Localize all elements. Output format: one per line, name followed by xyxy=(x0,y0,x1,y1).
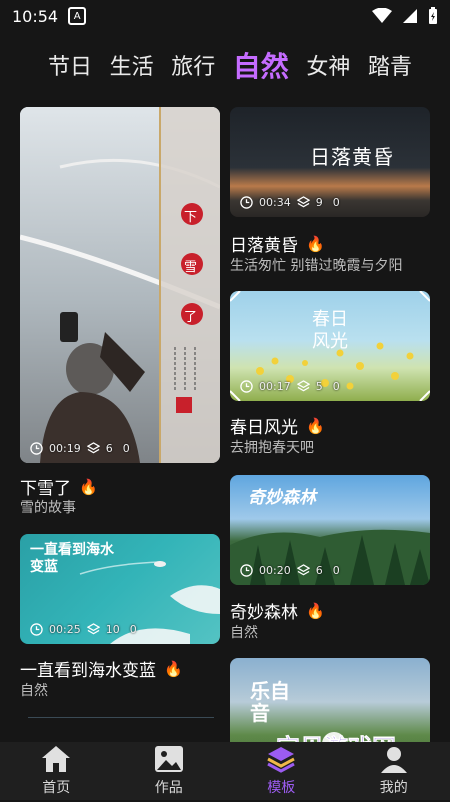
sea-overlay-text: 一直看到海水变蓝 xyxy=(30,542,114,576)
sunset-count: 0 xyxy=(333,196,340,209)
clock-icon xyxy=(240,564,253,577)
sunset-duration: 00:34 xyxy=(259,196,291,209)
thumbnail-sunset: 日落黄昏 00:34 9 0 xyxy=(230,107,430,217)
nav-label-works: 作品 xyxy=(155,777,183,797)
snow-meta: 00:19 6 0 xyxy=(30,442,130,455)
snow-title: 下雪了 xyxy=(20,474,71,499)
fire-icon: 🔥 xyxy=(306,235,325,253)
snow-layers: 6 xyxy=(106,442,113,455)
template-card-snow[interactable]: 下 雪 了 00:19 6 0 下雪了 🔥 雪的故事 xyxy=(20,107,220,517)
tab-life[interactable]: 生活 xyxy=(110,49,154,81)
sea-duration: 00:25 xyxy=(49,623,81,636)
snow-char-2: 雪 xyxy=(184,256,197,275)
clock-icon xyxy=(30,623,43,636)
wifi-icon xyxy=(372,8,392,24)
thumbnail-sea: 一直看到海水变蓝 00:25 10 0 xyxy=(20,534,220,644)
forest-meta: 00:20 6 0 xyxy=(240,564,340,577)
sea-subtitle: 自然 xyxy=(20,680,48,700)
sea-title-row: 一直看到海水变蓝 🔥 xyxy=(20,656,183,681)
sea-title: 一直看到海水变蓝 xyxy=(20,656,156,681)
forest-layers: 6 xyxy=(316,564,323,577)
forest-count: 0 xyxy=(333,564,340,577)
spring-subtitle: 去拥抱春天吧 xyxy=(230,437,314,457)
sunset-layers: 9 xyxy=(316,196,323,209)
status-bar: 10:54 A xyxy=(0,0,450,32)
forest-title-row: 奇妙森林 🔥 xyxy=(230,598,325,623)
tab-festival[interactable]: 节日 xyxy=(48,49,92,81)
snow-char-3: 了 xyxy=(184,306,197,325)
nav-home[interactable]: 首页 xyxy=(0,742,113,800)
layers-icon xyxy=(87,442,100,455)
spring-layers: 5 xyxy=(316,380,323,393)
thumbnail-snow: 下 雪 了 00:19 6 0 xyxy=(20,107,220,463)
status-time: 10:54 xyxy=(12,7,58,26)
a-notification-icon: A xyxy=(68,7,86,25)
sea-count: 0 xyxy=(130,623,137,636)
thumbnail-forest: 奇妙森林 00:20 6 0 xyxy=(230,475,430,585)
template-card-sunset[interactable]: 日落黄昏 00:34 9 0 日落黄昏 🔥 生活匆忙 别错过晚霞与夕阳 xyxy=(230,107,430,277)
snow-subtitle: 雪的故事 xyxy=(20,497,76,517)
snow-count: 0 xyxy=(123,442,130,455)
spring-title-row: 春日风光 🔥 xyxy=(230,413,325,438)
fire-icon: 🔥 xyxy=(79,478,98,496)
nav-mine[interactable]: 我的 xyxy=(338,742,450,800)
layers-icon xyxy=(266,745,296,773)
category-tabs: 节日 生活 旅行 自然 女神 踏青 xyxy=(0,40,450,90)
fire-icon: 🔥 xyxy=(306,417,325,435)
fire-icon: 🔥 xyxy=(164,660,183,678)
forest-duration: 00:20 xyxy=(259,564,291,577)
spring-duration: 00:17 xyxy=(259,380,291,393)
sunset-title-row: 日落黄昏 🔥 xyxy=(230,231,325,256)
user-icon xyxy=(379,745,409,773)
nav-label-home: 首页 xyxy=(42,777,70,797)
battery-icon xyxy=(428,7,438,25)
template-card-forest[interactable]: 奇妙森林 00:20 6 0 奇妙森林 🔥 自然 xyxy=(230,475,430,645)
bottom-nav: 首页 作品 模板 我的 xyxy=(0,742,450,800)
snow-char-1: 下 xyxy=(184,206,197,225)
forest-overlay-text: 奇妙森林 xyxy=(248,483,316,508)
nav-label-mine: 我的 xyxy=(380,777,408,797)
layers-icon xyxy=(297,196,310,209)
thumbnail-spring: 春日风光 00:17 5 0 xyxy=(230,291,430,401)
cellular-icon xyxy=(402,8,418,24)
sunset-overlay-text: 日落黄昏 xyxy=(310,141,394,170)
spring-overlay-text: 春日风光 xyxy=(312,309,352,353)
layers-icon xyxy=(297,564,310,577)
image-icon xyxy=(154,745,184,773)
nav-works[interactable]: 作品 xyxy=(113,742,226,800)
home-icon xyxy=(41,745,71,773)
layers-icon xyxy=(87,623,100,636)
tab-nature[interactable]: 自然 xyxy=(233,45,289,85)
spring-title: 春日风光 xyxy=(230,413,298,438)
tab-travel[interactable]: 旅行 xyxy=(171,49,215,81)
fire-icon: 🔥 xyxy=(306,602,325,620)
sea-layers: 10 xyxy=(106,623,120,636)
forest-subtitle: 自然 xyxy=(230,622,258,642)
nav-templates[interactable]: 模板 xyxy=(225,742,338,800)
tab-spring-outing[interactable]: 踏青 xyxy=(368,49,412,81)
spring-meta: 00:17 5 0 xyxy=(240,380,340,393)
sunset-title: 日落黄昏 xyxy=(230,231,298,256)
sunset-meta: 00:34 9 0 xyxy=(240,196,340,209)
nav-label-templates: 模板 xyxy=(267,777,295,797)
spring-count: 0 xyxy=(333,380,340,393)
layers-icon xyxy=(297,380,310,393)
tab-goddess[interactable]: 女神 xyxy=(306,49,350,81)
forest-title: 奇妙森林 xyxy=(230,598,298,623)
sunset-subtitle: 生活匆忙 别错过晚霞与夕阳 xyxy=(230,255,402,275)
snow-duration: 00:19 xyxy=(49,442,81,455)
clock-icon xyxy=(240,196,253,209)
snow-scene-art xyxy=(20,107,220,463)
clock-icon xyxy=(240,380,253,393)
template-card-sea[interactable]: 一直看到海水变蓝 00:25 10 0 一直看到海水变蓝 🔥 自然 xyxy=(20,534,220,704)
template-card-spring[interactable]: 春日风光 00:17 5 0 春日风光 🔥 去拥抱春天吧 xyxy=(230,291,430,461)
list-divider xyxy=(28,717,214,718)
snow-title-row: 下雪了 🔥 xyxy=(20,474,98,499)
sea-meta: 00:25 10 0 xyxy=(30,623,137,636)
clock-icon xyxy=(30,442,43,455)
